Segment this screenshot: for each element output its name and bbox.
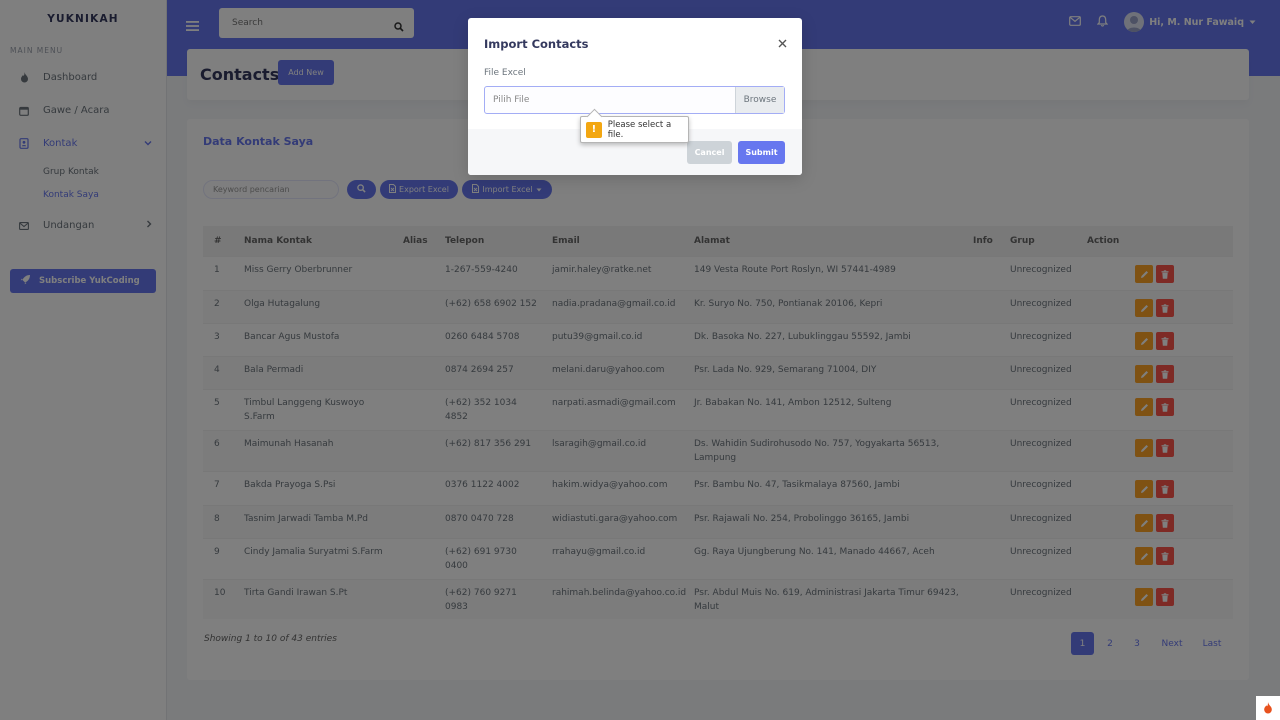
browse-button[interactable]: Browse	[735, 87, 784, 113]
cancel-button[interactable]: Cancel	[687, 141, 732, 164]
validation-message: Please select a file.	[607, 119, 672, 140]
modal-title: Import Contacts	[484, 37, 589, 51]
flame-icon[interactable]	[1256, 696, 1280, 720]
submit-button[interactable]: Submit	[738, 141, 785, 164]
validation-tooltip: ! Please select a file.	[580, 116, 689, 143]
file-input-placeholder: Pilih File	[493, 95, 530, 105]
file-excel-label: File Excel	[484, 68, 526, 78]
warning-icon: !	[586, 121, 602, 138]
file-input[interactable]: Pilih File Browse	[484, 86, 785, 114]
close-icon[interactable]	[778, 36, 787, 52]
